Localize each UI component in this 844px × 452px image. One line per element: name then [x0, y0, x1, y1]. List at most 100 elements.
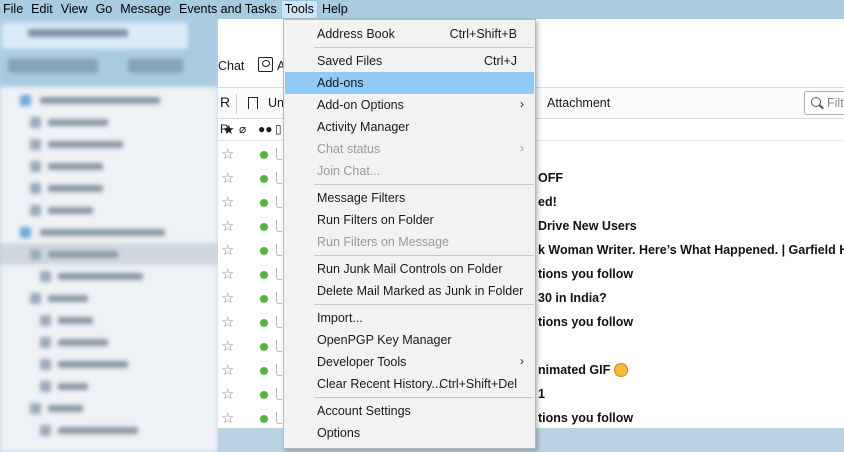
address-book-icon[interactable]: [258, 57, 273, 72]
menu-item-openpgp-key-manager[interactable]: OpenPGP Key Manager: [285, 329, 534, 351]
star-icon[interactable]: ☆: [221, 337, 234, 355]
unread-dot-icon[interactable]: [260, 343, 268, 351]
unread-dot-icon[interactable]: [260, 415, 268, 423]
junk-icon[interactable]: [276, 292, 282, 304]
junk-icon[interactable]: [276, 172, 282, 184]
menu-item-join-chat[interactable]: Join Chat...: [285, 160, 534, 182]
folder-row[interactable]: [0, 133, 218, 155]
folder-row[interactable]: [0, 353, 218, 375]
read-column-icon[interactable]: ●●: [258, 122, 273, 136]
toolbar-separator: [236, 94, 237, 114]
menu-item-developer-tools[interactable]: Developer Tools ›: [285, 351, 534, 373]
menu-item-clear-recent-history[interactable]: Clear Recent History... Ctrl+Shift+Del: [285, 373, 534, 395]
unread-dot-icon[interactable]: [260, 247, 268, 255]
write-button[interactable]: [128, 59, 183, 73]
menu-item-message-filters[interactable]: Message Filters: [285, 187, 534, 209]
star-icon[interactable]: ☆: [221, 169, 234, 187]
unread-dot-icon[interactable]: [260, 199, 268, 207]
unread-dot-icon[interactable]: [260, 391, 268, 399]
menu-item-options[interactable]: Options: [285, 422, 534, 444]
menu-item-add-ons[interactable]: Add-ons: [285, 72, 534, 94]
junk-icon[interactable]: [276, 148, 282, 160]
folder-row[interactable]: [0, 331, 218, 353]
menu-item-run-filters-on-folder[interactable]: Run Filters on Folder: [285, 209, 534, 231]
message-subject: nimated GIF: [538, 363, 629, 377]
star-icon[interactable]: ☆: [221, 217, 234, 235]
menu-view[interactable]: View: [57, 0, 92, 19]
folder-row[interactable]: [0, 397, 218, 419]
menu-item-run-filters-on-message[interactable]: Run Filters on Message: [285, 231, 534, 253]
menu-file[interactable]: File: [0, 0, 27, 19]
sidebar-toolbar: [0, 19, 218, 87]
menu-item-account-settings[interactable]: Account Settings: [285, 400, 534, 422]
menu-item-activity-manager[interactable]: Activity Manager: [285, 116, 534, 138]
filter-input[interactable]: Filt: [804, 91, 844, 115]
menu-help[interactable]: Help: [318, 0, 352, 19]
folder-row[interactable]: [0, 309, 218, 331]
menu-item-delete-junk[interactable]: Delete Mail Marked as Junk in Folder: [285, 280, 534, 302]
star-icon[interactable]: ☆: [221, 145, 234, 163]
folder-row[interactable]: [0, 177, 218, 199]
star-icon[interactable]: ☆: [221, 193, 234, 211]
unread-dot-icon[interactable]: [260, 151, 268, 159]
folder-row[interactable]: [0, 375, 218, 397]
menu-tools[interactable]: Tools: [280, 0, 318, 19]
folder-row[interactable]: [0, 89, 218, 111]
star-column-icon[interactable]: ★: [223, 122, 235, 138]
menu-go[interactable]: Go: [92, 0, 117, 19]
menu-item-import[interactable]: Import...: [285, 307, 534, 329]
unread-dot-icon[interactable]: [260, 175, 268, 183]
attachment-filter-button[interactable]: Attachment: [547, 96, 610, 110]
menu-item-chat-status[interactable]: Chat status ›: [285, 138, 534, 160]
junk-icon[interactable]: [276, 196, 282, 208]
star-icon[interactable]: ☆: [221, 409, 234, 427]
menu-events-and-tasks[interactable]: Events and Tasks: [175, 0, 281, 19]
folder-row[interactable]: [0, 155, 218, 177]
junk-icon[interactable]: [276, 388, 282, 400]
message-subject: Drive New Users: [538, 219, 637, 233]
junk-icon[interactable]: [276, 412, 282, 424]
folder-row[interactable]: [0, 221, 218, 243]
folder-row[interactable]: [0, 111, 218, 133]
folder-row[interactable]: [0, 419, 218, 441]
menu-separator: [314, 184, 534, 185]
unread-dot-icon[interactable]: [260, 319, 268, 327]
menu-item-add-on-options[interactable]: Add-on Options ›: [285, 94, 534, 116]
get-messages-button[interactable]: [8, 59, 98, 73]
star-icon[interactable]: ☆: [221, 241, 234, 259]
unread-dot-icon[interactable]: [260, 223, 268, 231]
unread-filter-icon[interactable]: [248, 97, 258, 109]
junk-icon[interactable]: [276, 220, 282, 232]
star-icon[interactable]: ☆: [221, 289, 234, 307]
star-icon[interactable]: ☆: [221, 385, 234, 403]
menu-edit[interactable]: Edit: [27, 0, 57, 19]
tools-menu-popup: Address Book Ctrl+Shift+B Saved Files Ctrl…: [283, 19, 536, 449]
junk-icon[interactable]: [276, 244, 282, 256]
unread-dot-icon[interactable]: [260, 295, 268, 303]
menu-message[interactable]: Message: [116, 0, 175, 19]
menu-item-saved-files[interactable]: Saved Files Ctrl+J: [285, 50, 534, 72]
star-icon[interactable]: ☆: [221, 265, 234, 283]
filter-toggle-icon[interactable]: R: [220, 94, 230, 110]
mail-tab[interactable]: [2, 23, 188, 49]
unread-dot-icon[interactable]: [260, 367, 268, 375]
folder-row[interactable]: [0, 265, 218, 287]
junk-icon[interactable]: [276, 316, 282, 328]
message-subject: tions you follow: [538, 267, 634, 281]
junk-icon[interactable]: [276, 364, 282, 376]
junk-icon[interactable]: [276, 268, 282, 280]
chat-button[interactable]: Chat: [218, 59, 244, 73]
attachment-column-icon[interactable]: ⌀: [239, 122, 246, 136]
folder-row[interactable]: [0, 199, 218, 221]
menu-separator: [314, 255, 534, 256]
folder-row[interactable]: [0, 243, 218, 265]
folder-row[interactable]: [0, 287, 218, 309]
star-icon[interactable]: ☆: [221, 313, 234, 331]
junk-column-icon[interactable]: ▯: [275, 122, 282, 136]
menu-item-run-junk-controls[interactable]: Run Junk Mail Controls on Folder: [285, 258, 534, 280]
menu-item-address-book[interactable]: Address Book Ctrl+Shift+B: [285, 23, 534, 45]
junk-icon[interactable]: [276, 340, 282, 352]
star-icon[interactable]: ☆: [221, 361, 234, 379]
unread-filter-label[interactable]: Un: [268, 96, 284, 110]
unread-dot-icon[interactable]: [260, 271, 268, 279]
